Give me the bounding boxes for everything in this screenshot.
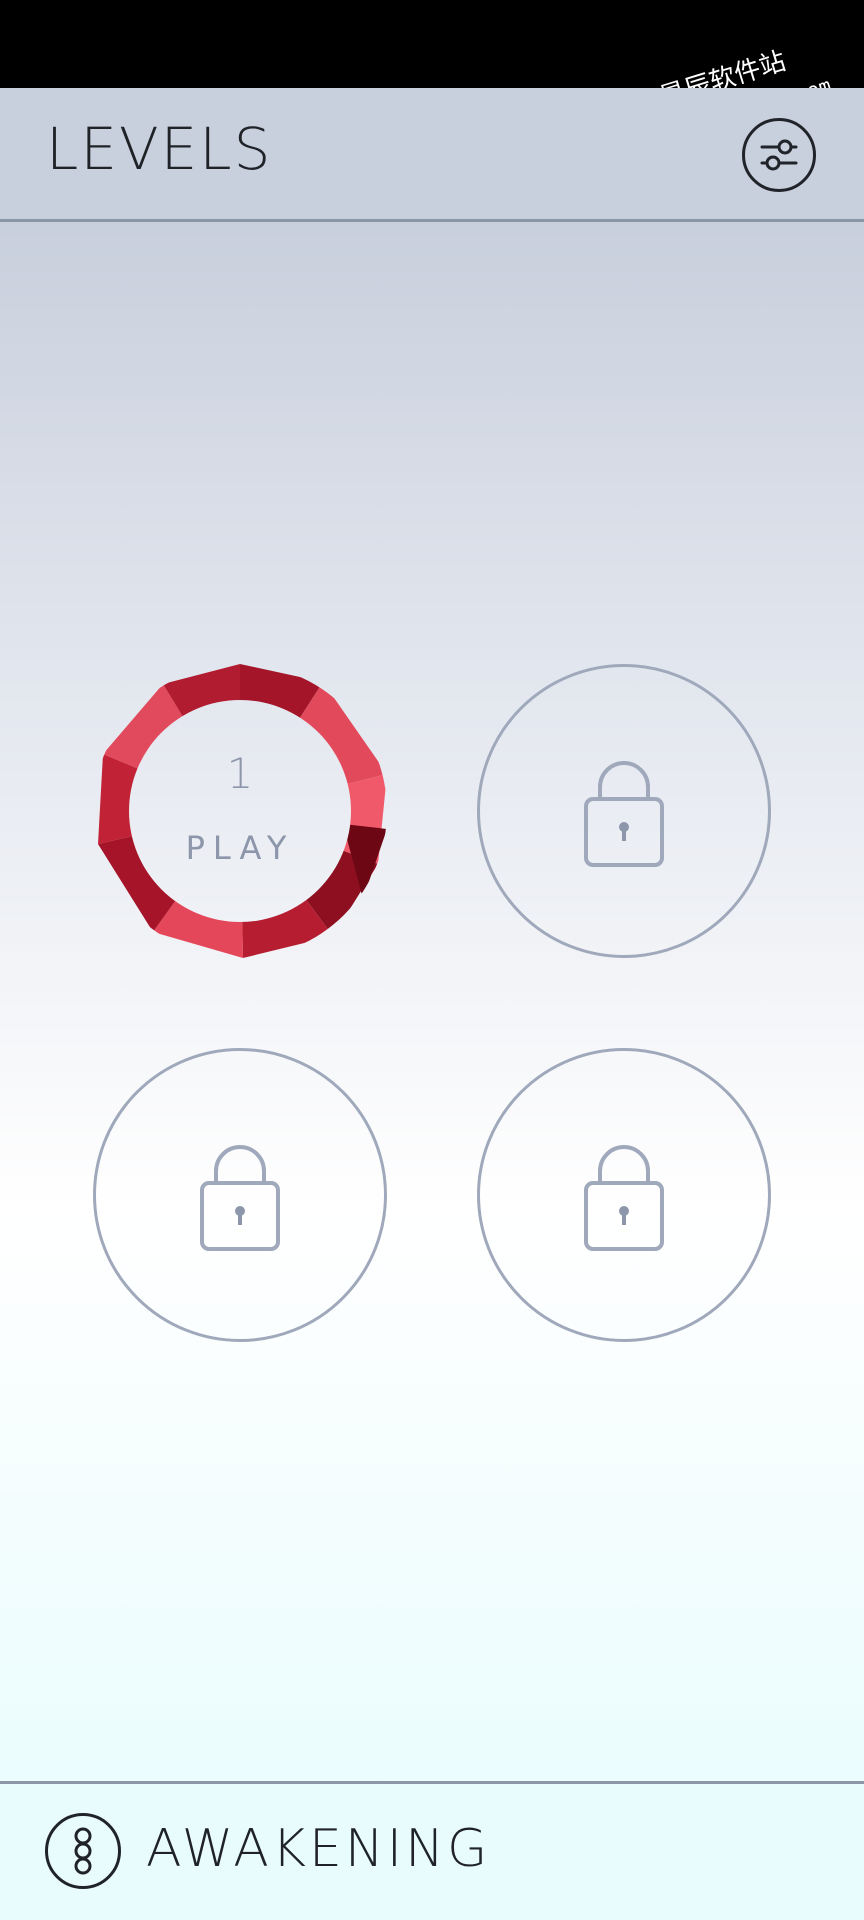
play-label: PLAY [185, 829, 295, 867]
level-number: 1 [226, 749, 254, 798]
three-dots-vertical-icon [74, 1827, 92, 1875]
sliders-icon [760, 139, 798, 171]
chapter-title: AWAKENING [146, 1819, 491, 1879]
chapter-menu-button[interactable] [45, 1813, 121, 1889]
level-2-button[interactable] [477, 664, 771, 958]
level-4-button[interactable] [477, 1048, 771, 1342]
page-title: LEVELS [46, 115, 273, 183]
level-3-button[interactable] [93, 1048, 387, 1342]
level-1-button[interactable]: 1 PLAY [93, 664, 387, 958]
lock-icon [584, 1145, 664, 1251]
lock-icon [584, 761, 664, 867]
settings-button[interactable] [742, 118, 816, 192]
header-divider [0, 219, 864, 222]
lock-icon [200, 1145, 280, 1251]
